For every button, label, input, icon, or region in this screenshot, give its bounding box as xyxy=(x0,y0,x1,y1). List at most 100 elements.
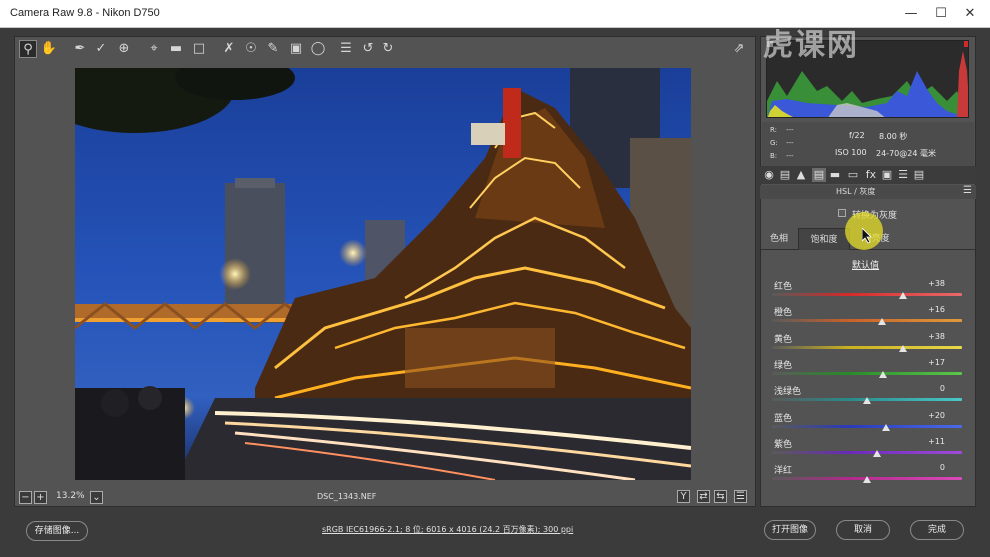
before-after-y-button[interactable]: Y xyxy=(677,490,690,503)
done-button[interactable]: 完成 xyxy=(910,520,964,540)
white-balance-icon[interactable]: ✒ xyxy=(71,40,89,58)
tool-bar: ⚲ ✋ ✒ ✓ ⊕ ⌖ ▬ □ ✗ ☉ ✎ ▣ ◯ ☰ ↺ ↻ ⇗ xyxy=(14,36,756,62)
preferences-icon[interactable]: ☰ xyxy=(337,40,355,58)
swap-before-after-button[interactable]: ⇄ xyxy=(697,490,710,503)
rotate-right-icon[interactable]: ↻ xyxy=(379,40,397,58)
crop-icon[interactable]: ⌖ xyxy=(145,40,163,58)
workflow-options-link[interactable]: sRGB IEC61966-2.1; 8 位; 6016 x 4016 (24.… xyxy=(322,524,573,535)
g-label: G: xyxy=(770,139,778,147)
slider-row[interactable]: 紫色 +11 xyxy=(770,437,965,463)
toggle-settings-button[interactable]: ☰ xyxy=(734,490,747,503)
presets-icon[interactable]: ☰ xyxy=(896,168,910,182)
slider-row[interactable]: 红色 +38 xyxy=(770,279,965,305)
open-image-button[interactable]: 打开图像 xyxy=(764,520,816,540)
zoom-menu-button[interactable]: ⌄ xyxy=(90,491,103,504)
slider-label: 绿色 xyxy=(774,360,793,371)
slider-value[interactable]: +16 xyxy=(915,305,945,314)
lens-corrections-icon[interactable]: ▭ xyxy=(846,168,860,182)
cancel-button[interactable]: 取消 xyxy=(836,520,890,540)
transform-icon[interactable]: □ xyxy=(190,40,208,58)
split-toning-icon[interactable]: ▬ xyxy=(828,168,842,182)
effects-icon[interactable]: fx xyxy=(864,168,878,182)
slider-thumb[interactable] xyxy=(878,318,887,326)
zoom-out-button[interactable]: − xyxy=(19,491,32,504)
slider-value[interactable]: 0 xyxy=(915,463,945,472)
minimize-icon[interactable]: — xyxy=(901,6,921,22)
slider-thumb[interactable] xyxy=(863,397,871,405)
copy-settings-button[interactable]: ⇆ xyxy=(714,490,727,503)
slider-thumb[interactable] xyxy=(863,476,871,484)
red-eye-icon[interactable]: ☉ xyxy=(242,40,260,58)
shutter-speed: 8.00 秒 xyxy=(879,132,908,141)
slider-label: 蓝色 xyxy=(774,413,793,424)
slider-row[interactable]: 黄色 +38 xyxy=(770,332,965,358)
checkbox-box[interactable] xyxy=(838,209,846,217)
basic-panel-icon[interactable]: ◉ xyxy=(762,168,776,182)
panel-menu-icon[interactable]: ☰ xyxy=(963,185,972,196)
slider-track[interactable] xyxy=(772,450,962,454)
b-value: --- xyxy=(786,152,794,160)
preview-image[interactable] xyxy=(75,68,691,480)
zoom-icon[interactable]: ⚲ xyxy=(19,40,37,58)
spot-removal-icon[interactable]: ✗ xyxy=(220,40,238,58)
iso: ISO 100 xyxy=(835,148,867,157)
lens: 24-70@24 毫米 xyxy=(876,149,936,158)
panel-title: HSL / 灰度 xyxy=(836,187,876,196)
slider-label: 洋红 xyxy=(774,466,793,477)
slider-row[interactable]: 橙色 +16 xyxy=(770,305,965,331)
target-adjust-icon[interactable]: ⊕ xyxy=(115,40,133,58)
tab-hue[interactable]: 色相 xyxy=(762,228,796,250)
tone-curve-icon[interactable]: ▤ xyxy=(778,168,792,182)
slider-thumb[interactable] xyxy=(899,292,908,299)
slider-value[interactable]: +38 xyxy=(915,279,945,288)
window-title: Camera Raw 9.8 - Nikon D750 xyxy=(10,7,160,19)
hsl-panel-icon[interactable]: ▤ xyxy=(812,168,826,182)
slider-value[interactable]: +17 xyxy=(915,358,945,367)
close-icon[interactable]: ✕ xyxy=(960,6,980,22)
radial-filter-icon[interactable]: ◯ xyxy=(309,40,327,58)
slider-value[interactable]: +38 xyxy=(915,332,945,341)
default-link[interactable]: 默认值 xyxy=(852,258,879,271)
slider-label: 橙色 xyxy=(774,308,793,319)
preview-status-bar: − + 13.2% ⌄ DSC_1343.NEF Y ⇄ ⇆ ☰ xyxy=(14,488,756,506)
panel-tab-strip: ◉ ▤ ▲ ▤ ▬ ▭ fx ▣ ☰ ▤ xyxy=(760,166,976,184)
adjustment-brush-icon[interactable]: ✎ xyxy=(264,40,282,58)
slider-track[interactable] xyxy=(772,424,962,428)
zoom-level: 13.2% xyxy=(56,491,85,501)
straighten-icon[interactable]: ▬ xyxy=(167,40,185,58)
fullscreen-icon[interactable]: ⇗ xyxy=(730,40,748,58)
save-image-button[interactable]: 存储图像... xyxy=(26,521,88,541)
maximize-icon[interactable]: ☐ xyxy=(931,6,951,22)
slider-row[interactable]: 蓝色 +20 xyxy=(770,411,965,437)
aperture: f/22 xyxy=(849,131,865,140)
hand-icon[interactable]: ✋ xyxy=(40,40,58,58)
slider-value[interactable]: +20 xyxy=(915,411,945,420)
graduated-filter-icon[interactable]: ▣ xyxy=(287,40,305,58)
color-sampler-icon[interactable]: ✓ xyxy=(92,40,110,58)
slider-thumb[interactable] xyxy=(873,449,882,457)
slider-thumb[interactable] xyxy=(882,423,890,431)
slider-label: 紫色 xyxy=(774,439,793,450)
slider-label: 浅绿色 xyxy=(774,387,802,398)
camera-calibration-icon[interactable]: ▣ xyxy=(880,168,894,182)
detail-icon[interactable]: ▲ xyxy=(794,168,808,182)
camera-info: R: --- G: --- B: --- f/22 8.00 秒 ISO 100… xyxy=(762,122,974,166)
slider-row[interactable]: 浅绿色 0 xyxy=(770,384,965,410)
slider-row[interactable]: 绿色 +17 xyxy=(770,358,965,384)
rotate-left-icon[interactable]: ↺ xyxy=(359,40,377,58)
r-label: R: xyxy=(770,126,778,134)
slider-thumb[interactable] xyxy=(899,344,908,352)
slider-label: 红色 xyxy=(774,282,793,292)
slider-value[interactable]: +11 xyxy=(915,437,945,446)
slider-thumb[interactable] xyxy=(879,370,888,378)
slider-track[interactable] xyxy=(772,371,962,375)
slider-value[interactable]: 0 xyxy=(915,384,945,393)
slider-track[interactable] xyxy=(772,293,962,296)
slider-track[interactable] xyxy=(772,319,962,323)
snapshots-icon[interactable]: ▤ xyxy=(912,168,926,182)
zoom-in-button[interactable]: + xyxy=(34,491,47,504)
slider-track[interactable] xyxy=(772,345,962,349)
tab-saturation[interactable]: 饱和度 xyxy=(798,228,850,250)
slider-row[interactable]: 洋红 0 xyxy=(770,463,965,489)
watermark-logo: 虎课网 xyxy=(763,28,859,63)
